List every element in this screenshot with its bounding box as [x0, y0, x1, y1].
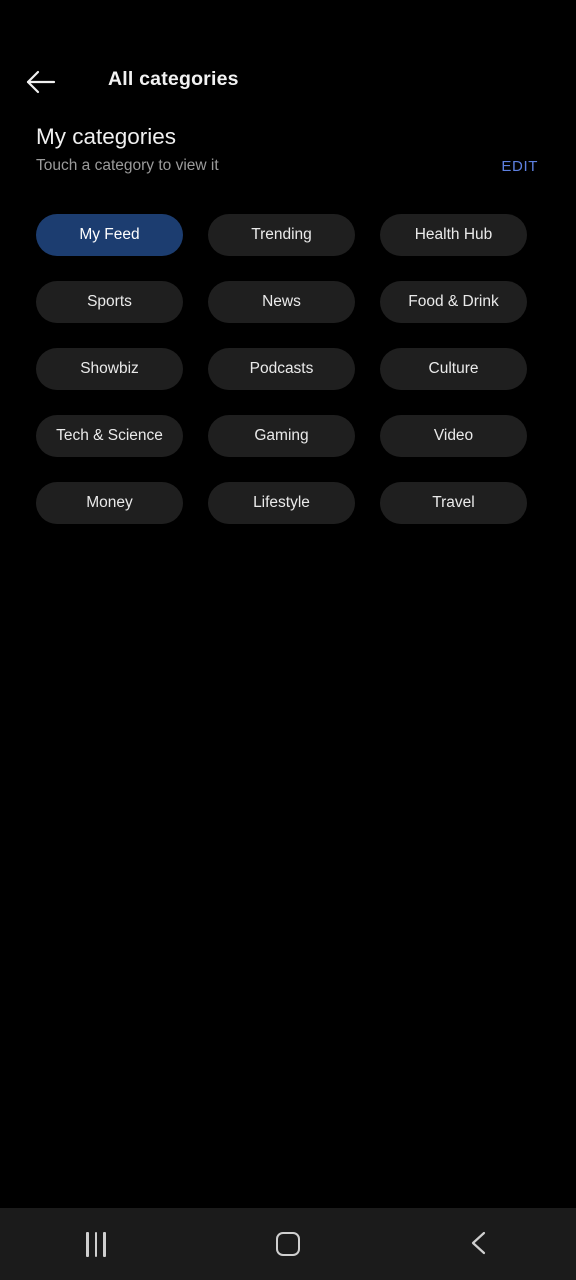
- app-bar: All categories: [0, 0, 576, 122]
- section-header: My categories Touch a category to view i…: [0, 122, 576, 208]
- edit-button[interactable]: EDIT: [501, 158, 538, 175]
- category-chip[interactable]: News: [208, 281, 355, 323]
- category-chip[interactable]: Travel: [380, 482, 527, 524]
- app-screen: All categories My categories Touch a cat…: [0, 0, 576, 1280]
- section-subtitle: Touch a category to view it: [36, 157, 219, 174]
- category-chip[interactable]: Video: [380, 415, 527, 457]
- category-chip[interactable]: Trending: [208, 214, 355, 256]
- back-button[interactable]: [384, 1208, 576, 1280]
- category-chip[interactable]: Tech & Science: [36, 415, 183, 457]
- recents-button[interactable]: [0, 1208, 192, 1280]
- category-chip[interactable]: Showbiz: [36, 348, 183, 390]
- page-title: All categories: [108, 68, 239, 90]
- category-chip[interactable]: Food & Drink: [380, 281, 527, 323]
- back-arrow-icon[interactable]: [24, 64, 60, 100]
- recents-icon: [86, 1231, 106, 1257]
- category-chip[interactable]: Gaming: [208, 415, 355, 457]
- empty-content-area: [0, 524, 576, 1208]
- category-chip[interactable]: Health Hub: [380, 214, 527, 256]
- system-navigation-bar: [0, 1208, 576, 1280]
- category-chip[interactable]: Culture: [380, 348, 527, 390]
- section-title: My categories: [36, 124, 177, 149]
- chevron-left-icon: [467, 1229, 493, 1260]
- home-icon: [276, 1232, 300, 1256]
- category-grid: My Feed Trending Health Hub Sports News Food …: [0, 214, 576, 524]
- category-chip[interactable]: Podcasts: [208, 348, 355, 390]
- home-button[interactable]: [192, 1208, 384, 1280]
- category-chip[interactable]: Sports: [36, 281, 183, 323]
- category-chip[interactable]: My Feed: [36, 214, 183, 256]
- category-chip[interactable]: Money: [36, 482, 183, 524]
- category-chip[interactable]: Lifestyle: [208, 482, 355, 524]
